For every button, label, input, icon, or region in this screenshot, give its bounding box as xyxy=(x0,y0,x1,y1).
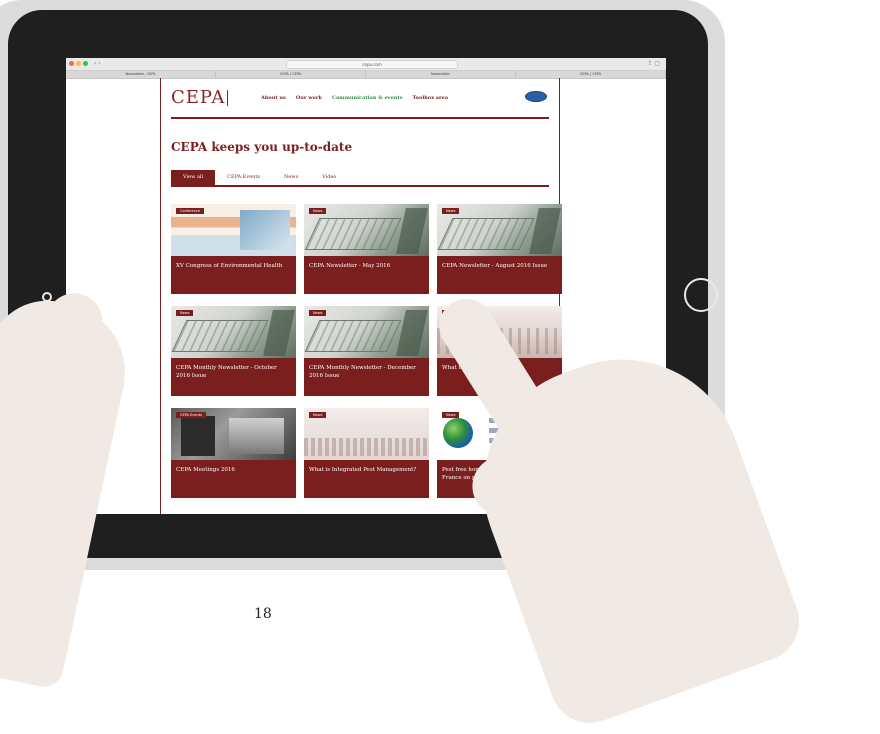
card-title: XV Congress of Environmental Health xyxy=(176,263,283,269)
card-title: What is Integrated Pest Management? xyxy=(309,467,417,473)
card-tag: News xyxy=(442,208,460,214)
card-title: CEPA Monthly Newsletter - December 2016 … xyxy=(309,365,416,379)
home-button[interactable] xyxy=(684,278,718,312)
zoom-window-icon[interactable] xyxy=(83,61,88,66)
browser-tab[interactable]: CEPA | CEPA xyxy=(216,71,366,78)
news-card[interactable]: News CEPA Monthly Newsletter - December … xyxy=(304,306,429,396)
news-card[interactable]: CEPA Events CEPA Meetings 2016 xyxy=(171,408,296,498)
card-title: CEPA Newsletter - May 2016 xyxy=(309,263,391,269)
card-tag: Conference xyxy=(176,208,205,214)
share-icon[interactable]: ⇪ ▢ xyxy=(647,60,660,67)
news-card[interactable]: News What is Integrated Pest Management? xyxy=(304,408,429,498)
card-title: CEPA Meetings 2016 xyxy=(176,467,235,473)
filter-tabs: View all CEPA Events News Video xyxy=(171,170,549,187)
browser-tab[interactable]: CEPA | CEPA xyxy=(516,71,666,78)
news-card[interactable]: News CEPA Newsletter - May 2016 xyxy=(304,204,429,294)
page-number: 18 xyxy=(254,606,272,622)
tab-view-all[interactable]: View all xyxy=(171,170,216,185)
tab-video[interactable]: Video xyxy=(310,170,348,185)
card-title: CEPA Monthly Newsletter - October 2016 I… xyxy=(176,365,277,379)
card-title: CEPA Newsletter - August 2016 Issue xyxy=(442,263,548,269)
menu-item-toolbox[interactable]: Toolbox area xyxy=(413,95,449,101)
card-tag: News xyxy=(309,208,327,214)
card-tag: News xyxy=(309,310,327,316)
site-logo[interactable]: CEPA xyxy=(171,87,229,108)
tab-news[interactable]: News xyxy=(272,170,310,185)
card-tag: CEPA Events xyxy=(176,412,206,418)
tab-cepa-events[interactable]: CEPA Events xyxy=(215,170,272,185)
header-divider xyxy=(171,117,549,119)
browser-toolbar: ‹ › cepa.com ⇪ ▢ xyxy=(66,58,666,71)
minimize-window-icon[interactable] xyxy=(76,61,81,66)
menu-item-communication[interactable]: Communication & events xyxy=(332,95,403,101)
browser-tab[interactable]: Newsletter xyxy=(366,71,516,78)
news-card[interactable]: Conference XV Congress of Environmental … xyxy=(171,204,296,294)
card-tag: News xyxy=(442,412,460,418)
news-card[interactable]: News CEPA Newsletter - August 2016 Issue xyxy=(437,204,562,294)
card-tag: News xyxy=(176,310,194,316)
menu-item-work[interactable]: Our work xyxy=(296,95,322,101)
browser-tab[interactable]: Newsletter, CEPA xyxy=(66,71,216,78)
main-menu: About us Our work Communication & events… xyxy=(261,95,448,101)
menu-item-about[interactable]: About us xyxy=(261,95,286,101)
page-title: CEPA keeps you up-to-date xyxy=(171,140,353,154)
close-window-icon[interactable] xyxy=(69,61,74,66)
partner-logo-icon[interactable] xyxy=(525,91,547,102)
card-tag: News xyxy=(309,412,327,418)
news-card[interactable]: News CEPA Monthly Newsletter - October 2… xyxy=(171,306,296,396)
back-forward-icon[interactable]: ‹ › xyxy=(94,60,101,67)
address-bar[interactable]: cepa.com xyxy=(286,60,458,69)
